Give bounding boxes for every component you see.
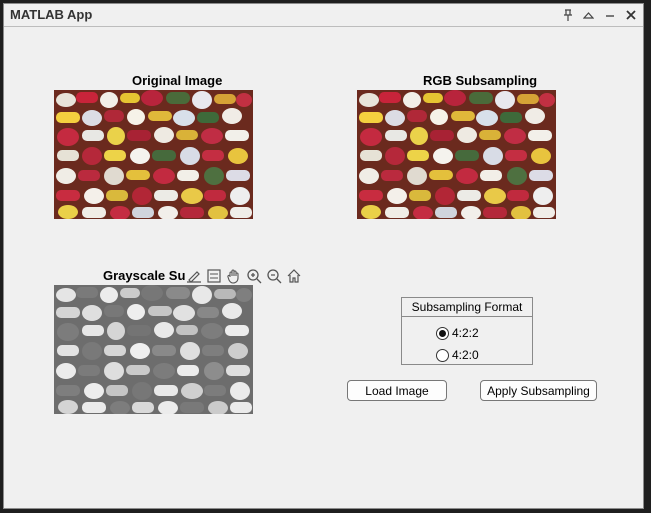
radio-420-button[interactable] [436, 348, 449, 362]
app-window: MATLAB App Original Image RGB Subsamplin… [3, 3, 644, 509]
original-image[interactable] [54, 90, 253, 219]
zoom-in-icon[interactable] [244, 267, 263, 285]
radio-420[interactable]: 4:2:0 [436, 348, 479, 362]
axes-toolbar [184, 267, 303, 285]
subsampling-format-title: Subsampling Format [402, 298, 532, 317]
radio-420-label: 4:2:0 [452, 348, 479, 362]
zoom-out-icon[interactable] [264, 267, 283, 285]
pan-icon[interactable] [224, 267, 243, 285]
pills-image-subsampled [357, 90, 556, 219]
radio-422-label: 4:2:2 [452, 326, 479, 340]
rgb-subsampled-image[interactable] [357, 90, 556, 219]
original-image-title: Original Image [132, 73, 223, 88]
radio-422-button[interactable] [436, 326, 449, 340]
brush-icon[interactable] [184, 267, 203, 285]
radio-422[interactable]: 4:2:2 [436, 326, 479, 340]
close-icon[interactable] [622, 7, 639, 23]
data-tip-icon[interactable] [204, 267, 223, 285]
collapse-icon[interactable] [580, 7, 597, 23]
grayscale-title: Grayscale Su [103, 268, 186, 283]
window-title: MATLAB App [10, 7, 93, 22]
pin-icon[interactable] [559, 7, 576, 23]
grayscale-image[interactable] [54, 285, 253, 414]
home-icon[interactable] [284, 267, 303, 285]
subsampling-format-group: Subsampling Format 4:2:2 4:2:0 [401, 297, 533, 365]
apply-subsampling-button[interactable]: Apply Subsampling [480, 380, 597, 401]
pills-image-color [54, 90, 253, 219]
title-bar: MATLAB App [4, 4, 643, 27]
rgb-subsampling-title: RGB Subsampling [423, 73, 538, 88]
minimize-icon[interactable] [601, 7, 618, 23]
pills-image-grayscale [54, 285, 253, 414]
load-image-button[interactable]: Load Image [347, 380, 447, 401]
